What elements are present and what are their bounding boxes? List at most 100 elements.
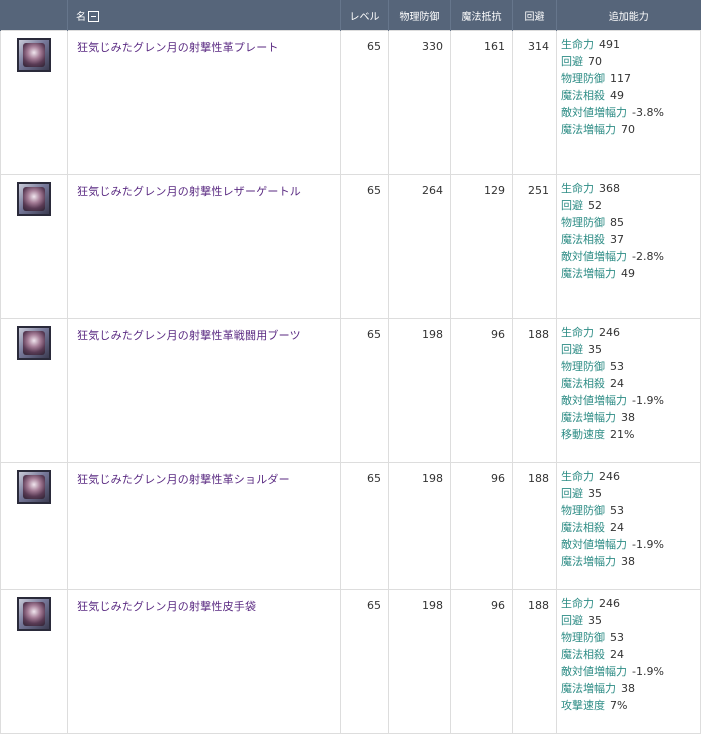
header-icon-column: [0, 0, 68, 31]
item-phys-def: 264: [388, 174, 451, 319]
stat-key: 物理防御: [561, 360, 605, 373]
item-extra-stats: 生命力 368 回避 52 物理防御 85 魔法相殺 37 敵対値増幅力 -2.8% 魔法…: [556, 174, 701, 319]
stat-value: 24: [610, 521, 624, 534]
item-mag-res: 96: [450, 589, 513, 734]
stat-key: 魔法増幅力: [561, 682, 616, 695]
item-extra-stats: 生命力 246 回避 35 物理防御 53 魔法相殺 24 敵対値増幅力 -1.9% 魔法…: [556, 318, 701, 463]
header-name-label: 名: [76, 11, 86, 23]
stat-line: 物理防御 53: [561, 358, 700, 375]
stat-value: 35: [588, 487, 602, 500]
item-extra-stats: 生命力 491 回避 70 物理防御 117 魔法相殺 49 敵対値増幅力 -3.8% 魔…: [556, 30, 701, 175]
stat-key: 移動速度: [561, 428, 605, 441]
item-name-cell: 狂気じみたグレン月の射撃性レザーゲートル: [67, 174, 341, 319]
stat-key: 回避: [561, 343, 583, 356]
stat-value: -1.9%: [632, 665, 664, 678]
stat-line: 物理防御 53: [561, 502, 700, 519]
item-name-link[interactable]: 狂気じみたグレン月の射撃性皮手袋: [77, 600, 256, 613]
gloves-icon[interactable]: [17, 597, 51, 631]
stat-line: 回避 52: [561, 197, 700, 214]
leg-armor-icon[interactable]: [17, 182, 51, 216]
stat-line: 回避 35: [561, 612, 700, 629]
item-level: 65: [340, 462, 389, 590]
stat-key: 生命力: [561, 470, 594, 483]
icon-cell: [0, 589, 68, 734]
stat-key: 魔法相殺: [561, 89, 605, 102]
stat-key: 回避: [561, 55, 583, 68]
item-name-link[interactable]: 狂気じみたグレン月の射撃性革戦闘用ブーツ: [77, 329, 301, 342]
stat-line: 敵対値増幅力 -1.9%: [561, 536, 700, 553]
stat-value: 24: [610, 377, 624, 390]
item-mag-res: 129: [450, 174, 513, 319]
stat-value: 7%: [610, 699, 628, 712]
stat-key: 魔法増幅力: [561, 411, 616, 424]
stat-key: 生命力: [561, 182, 594, 195]
item-level: 65: [340, 30, 389, 175]
stat-line: 魔法増幅力 38: [561, 680, 700, 697]
header-mag-res[interactable]: 魔法抵抗: [450, 0, 513, 31]
item-evasion: 251: [512, 174, 557, 319]
stat-key: 魔法相殺: [561, 648, 605, 661]
item-extra-stats: 生命力 246 回避 35 物理防御 53 魔法相殺 24 敵対値増幅力 -1.9% 魔法…: [556, 462, 701, 590]
header-phys-def[interactable]: 物理防御: [388, 0, 451, 31]
stat-key: 物理防御: [561, 216, 605, 229]
table-row: 狂気じみたグレン月の射撃性レザーゲートル 65 264 129 251 生命力 3…: [0, 174, 701, 319]
stat-line: 魔法相殺 24: [561, 519, 700, 536]
item-phys-def: 198: [388, 318, 451, 463]
header-level[interactable]: レベル: [340, 0, 389, 31]
stat-key: 敵対値増幅力: [561, 665, 627, 678]
item-name-cell: 狂気じみたグレン月の射撃性革プレート: [67, 30, 341, 175]
stat-value: 85: [610, 216, 624, 229]
stat-key: 回避: [561, 487, 583, 500]
stat-value: 21%: [610, 428, 635, 441]
stat-value: 24: [610, 648, 624, 661]
stat-value: 246: [599, 597, 620, 610]
stat-line: 魔法増幅力 49: [561, 265, 700, 282]
stat-line: 魔法増幅力 38: [561, 409, 700, 426]
stat-value: 70: [621, 123, 635, 136]
item-evasion: 188: [512, 462, 557, 590]
stat-key: 魔法増幅力: [561, 267, 616, 280]
stat-line: 生命力 491: [561, 36, 700, 53]
stat-value: -1.9%: [632, 538, 664, 551]
boots-icon[interactable]: [17, 326, 51, 360]
stat-key: 物理防御: [561, 631, 605, 644]
item-name-link[interactable]: 狂気じみたグレン月の射撃性革プレート: [77, 41, 279, 54]
stat-line: 魔法相殺 37: [561, 231, 700, 248]
stat-line: 魔法増幅力 70: [561, 121, 700, 138]
stat-value: 117: [610, 72, 631, 85]
stat-value: -2.8%: [632, 250, 664, 263]
stat-line: 生命力 368: [561, 180, 700, 197]
stat-line: 回避 35: [561, 341, 700, 358]
item-phys-def: 198: [388, 589, 451, 734]
icon-cell: [0, 318, 68, 463]
stat-line: 物理防御 53: [561, 629, 700, 646]
stat-line: 敵対値増幅力 -2.8%: [561, 248, 700, 265]
item-name-link[interactable]: 狂気じみたグレン月の射撃性革ショルダー: [77, 473, 290, 486]
plate-armor-icon[interactable]: [17, 38, 51, 72]
stat-key: 回避: [561, 199, 583, 212]
stat-line: 回避 70: [561, 53, 700, 70]
stat-value: 491: [599, 38, 620, 51]
stat-line: 魔法相殺 24: [561, 375, 700, 392]
stat-line: 魔法相殺 49: [561, 87, 700, 104]
item-mag-res: 96: [450, 462, 513, 590]
stat-value: 368: [599, 182, 620, 195]
stat-line: 生命力 246: [561, 324, 700, 341]
item-phys-def: 330: [388, 30, 451, 175]
item-name-link[interactable]: 狂気じみたグレン月の射撃性レザーゲートル: [77, 185, 301, 198]
item-mag-res: 96: [450, 318, 513, 463]
stat-key: 攻撃速度: [561, 699, 605, 712]
header-name[interactable]: 名: [67, 0, 341, 31]
stat-key: 回避: [561, 614, 583, 627]
stat-key: 生命力: [561, 326, 594, 339]
header-evasion[interactable]: 回避: [512, 0, 557, 31]
item-table: 名 レベル 物理防御 魔法抵抗 回避 追加能力 狂気じみたグレン月の射撃性革プレ…: [0, 0, 701, 734]
shoulder-armor-icon[interactable]: [17, 470, 51, 504]
item-level: 65: [340, 318, 389, 463]
stat-line: 物理防御 85: [561, 214, 700, 231]
stat-value: -1.9%: [632, 394, 664, 407]
stat-line: 敵対値増幅力 -1.9%: [561, 392, 700, 409]
collapse-toggle-icon[interactable]: [88, 10, 99, 22]
stat-key: 魔法相殺: [561, 521, 605, 534]
stat-key: 敵対値増幅力: [561, 250, 627, 263]
